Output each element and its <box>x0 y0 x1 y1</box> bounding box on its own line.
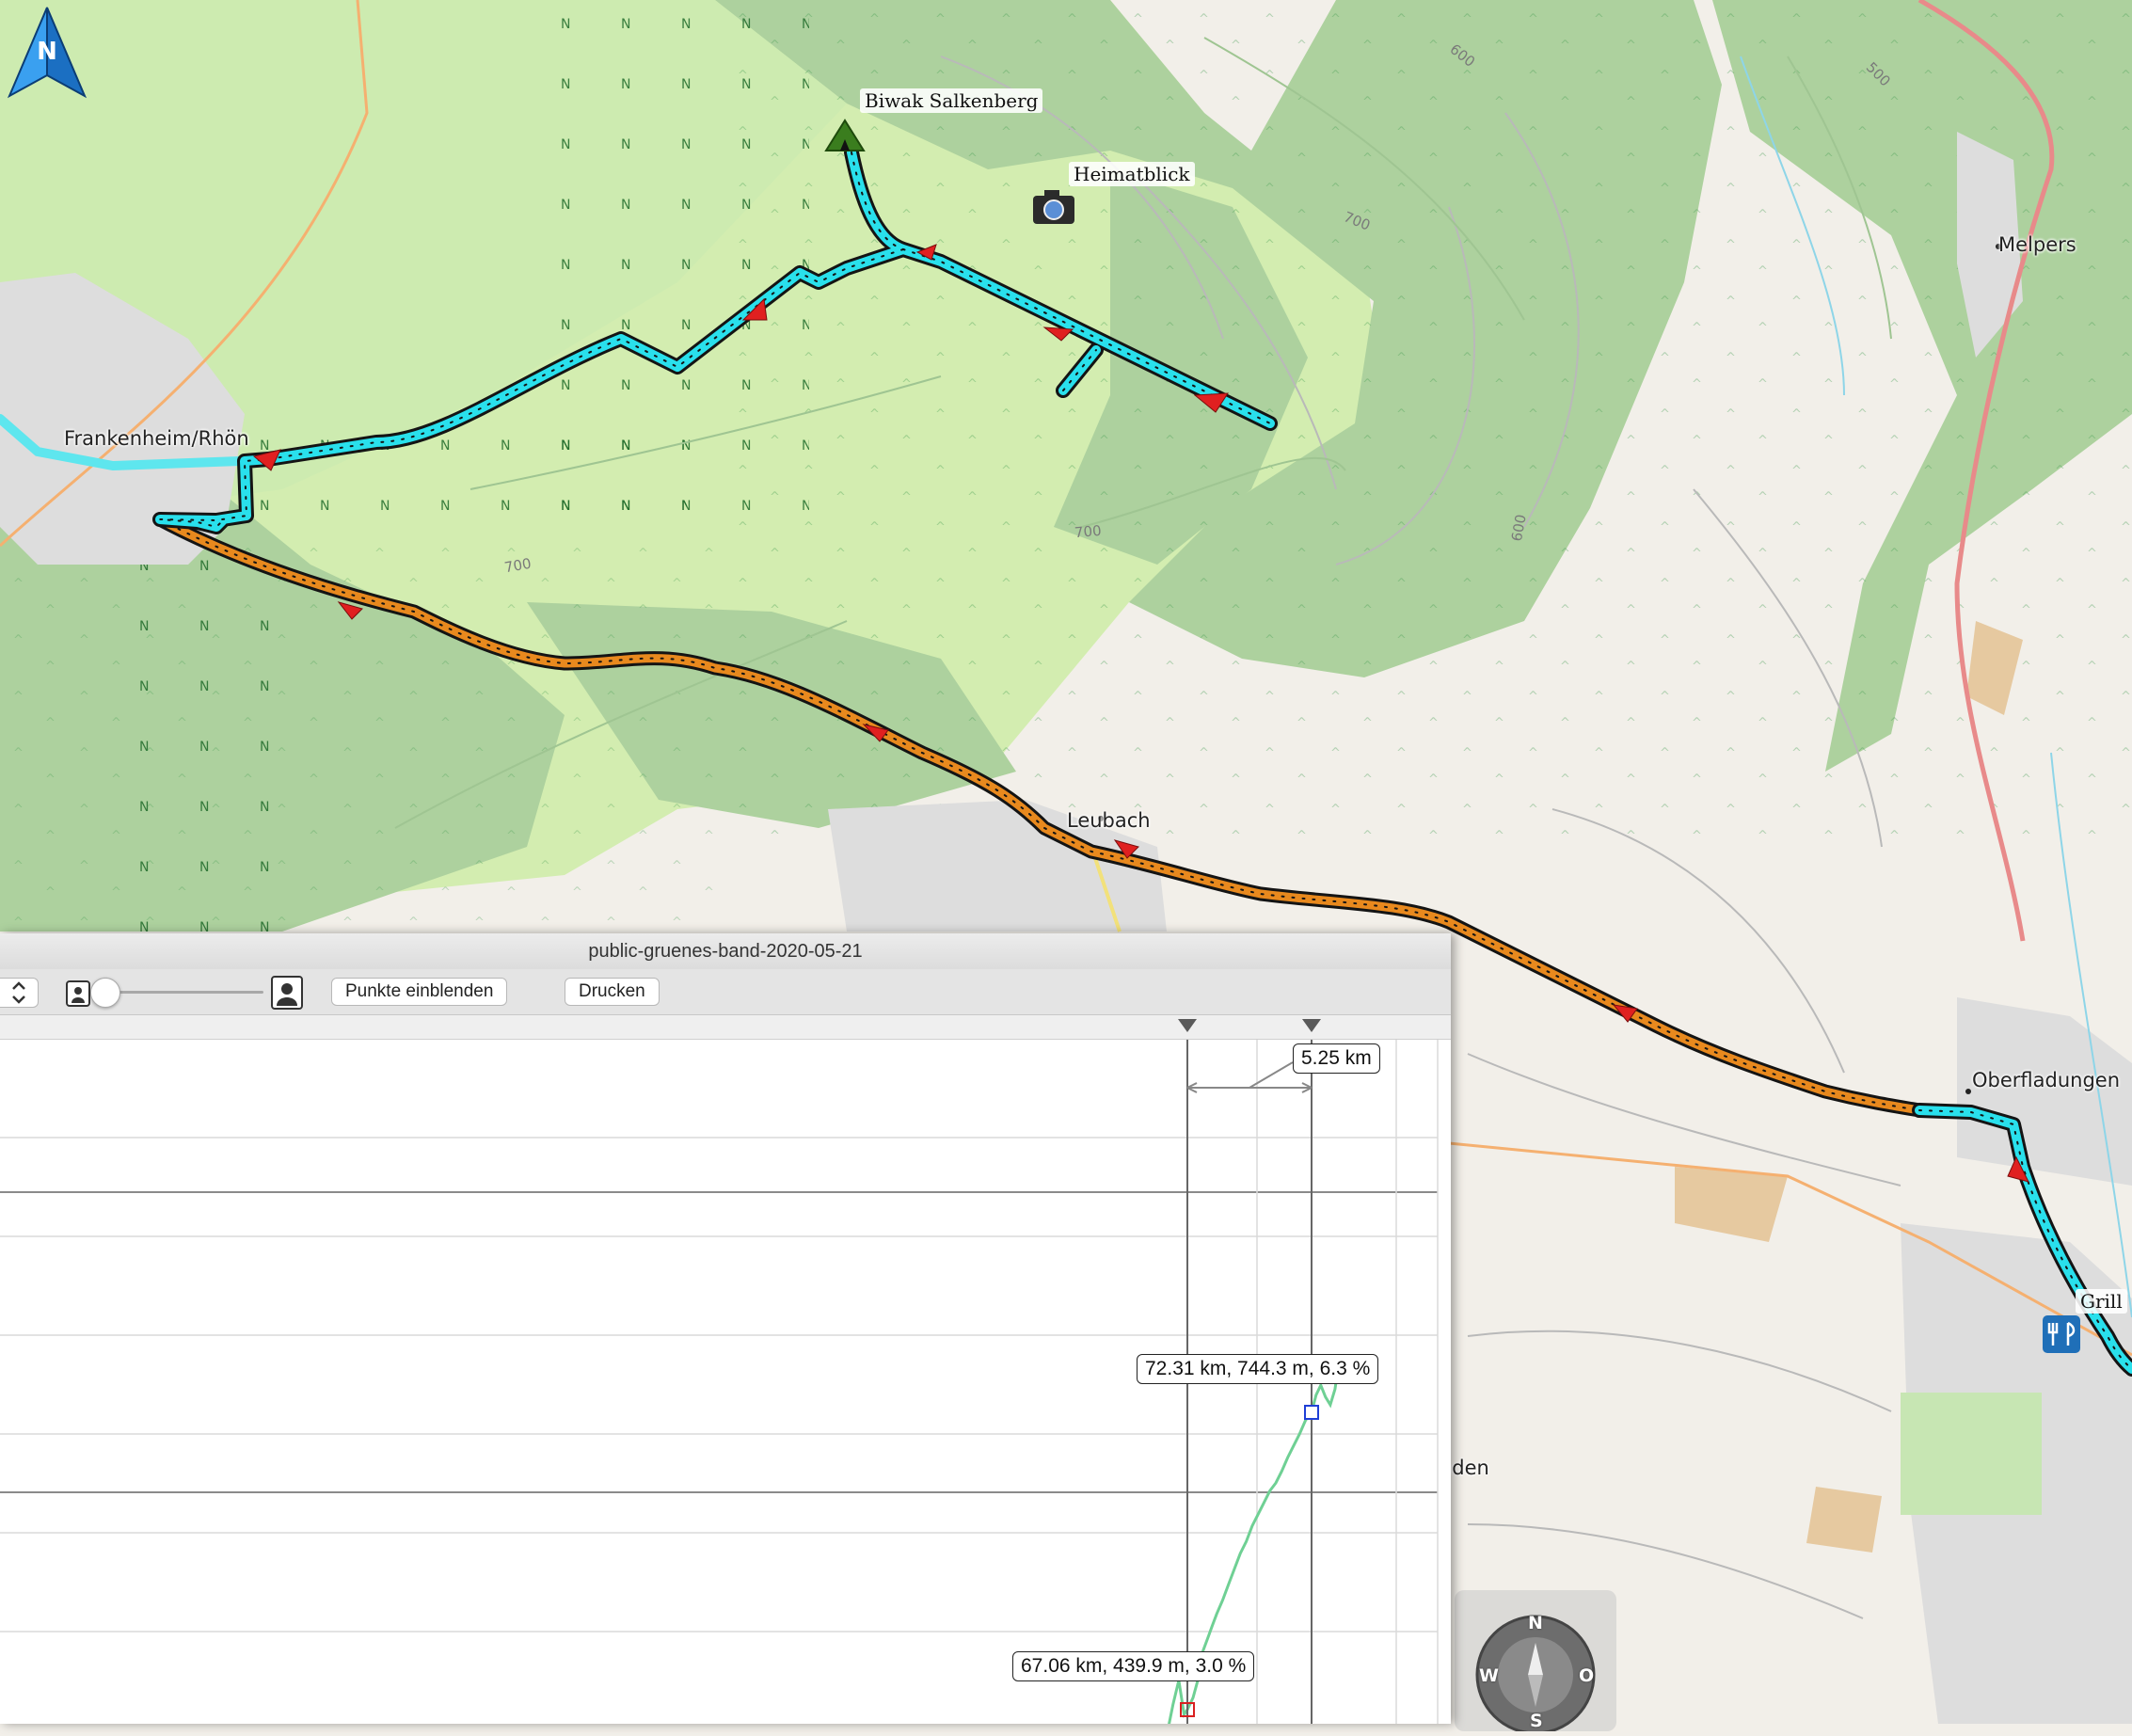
zoom-in-icon[interactable] <box>271 976 303 1010</box>
distance-label: 5.25 km <box>1293 1043 1380 1074</box>
compass-north: N <box>1528 1613 1543 1633</box>
place-label-leubach: Leubach <box>1067 809 1151 832</box>
place-label-melpers: Melpers <box>1998 233 2076 256</box>
compass-south: S <box>1530 1711 1543 1731</box>
compass-west: W <box>1479 1665 1499 1686</box>
place-label-oberfladungen: Oberfladungen <box>1972 1069 2121 1091</box>
zoom-out-icon[interactable] <box>66 980 90 1007</box>
poi-label-grill[interactable]: Grill <box>2076 1289 2127 1314</box>
zoom-slider[interactable] <box>103 991 263 994</box>
show-points-button[interactable]: Punkte einblenden <box>331 978 508 1006</box>
north-arrow-label: N <box>37 38 57 66</box>
window-title: public-gruenes-band-2020-05-21 <box>0 933 1451 969</box>
elevation-profile-window[interactable]: public-gruenes-band-2020-05-21 Punkte ei… <box>0 933 1451 1724</box>
compass-east: O <box>1579 1665 1595 1686</box>
fork-knife-icon <box>2043 1315 2080 1353</box>
contour-label: 700 <box>1074 521 1103 542</box>
marker-b-label: 72.31 km, 744.3 m, 6.3 % <box>1137 1354 1379 1384</box>
place-label-frankenheim: Frankenheim/Rhön <box>64 427 249 450</box>
print-button[interactable]: Drucken <box>565 978 660 1006</box>
north-arrow-icon[interactable]: N <box>6 6 88 100</box>
marker-handle-a <box>1178 1019 1197 1032</box>
poi-label-biwak[interactable]: Biwak Salkenberg <box>860 88 1043 113</box>
compass-rose-icon[interactable]: N W O S <box>1455 1590 1616 1735</box>
poi-label-heimatblick[interactable]: Heimatblick <box>1069 162 1195 186</box>
marker-handle-b <box>1302 1019 1321 1032</box>
zoom-slider-knob[interactable] <box>90 978 120 1008</box>
profile-toolbar: Punkte einblenden Drucken <box>0 969 1451 1015</box>
marker-a-label: 67.06 km, 439.9 m, 3.0 % <box>1012 1651 1255 1681</box>
marker-b-point <box>1304 1405 1319 1420</box>
profile-type-stepper[interactable] <box>0 978 39 1008</box>
profile-ruler <box>0 1015 1451 1040</box>
